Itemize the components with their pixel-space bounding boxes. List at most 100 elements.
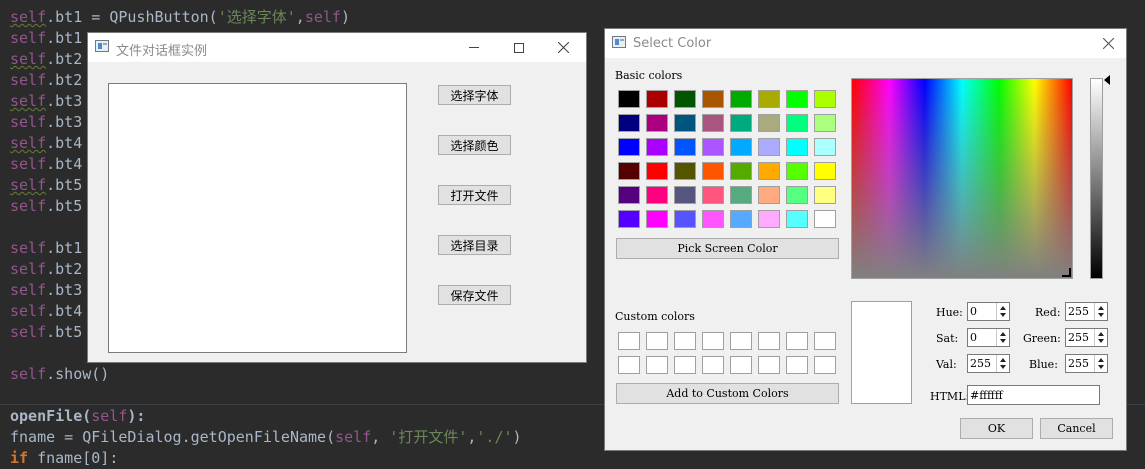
file-dialog-demo-window[interactable]: 文件对话框实例 选择字体 选择颜色 打开文件 选择目录 保存文件 bbox=[87, 32, 587, 363]
custom-color-swatch[interactable] bbox=[786, 332, 808, 350]
basic-color-swatch[interactable] bbox=[618, 90, 640, 108]
open-file-button[interactable]: 打开文件 bbox=[438, 185, 511, 205]
custom-color-swatch[interactable] bbox=[786, 356, 808, 374]
basic-color-swatch[interactable] bbox=[702, 186, 724, 204]
custom-color-swatch[interactable] bbox=[814, 332, 836, 350]
spin-arrows[interactable] bbox=[996, 329, 1009, 346]
basic-color-swatch[interactable] bbox=[646, 114, 668, 132]
select-directory-button[interactable]: 选择目录 bbox=[438, 235, 511, 255]
basic-color-swatch[interactable] bbox=[758, 114, 780, 132]
spin-arrows[interactable] bbox=[1094, 303, 1107, 320]
basic-color-swatch[interactable] bbox=[674, 138, 696, 156]
custom-color-swatch[interactable] bbox=[618, 356, 640, 374]
close-button[interactable] bbox=[1088, 29, 1128, 58]
custom-color-swatch[interactable] bbox=[618, 332, 640, 350]
chevron-up-icon[interactable] bbox=[1098, 332, 1104, 336]
val-spinbox[interactable]: 255 bbox=[967, 354, 1010, 373]
basic-color-swatch[interactable] bbox=[814, 210, 836, 228]
basic-color-swatch[interactable] bbox=[786, 186, 808, 204]
basic-color-swatch[interactable] bbox=[786, 114, 808, 132]
basic-color-swatch[interactable] bbox=[814, 186, 836, 204]
custom-color-swatch[interactable] bbox=[758, 332, 780, 350]
chevron-down-icon[interactable] bbox=[1000, 339, 1006, 343]
red-spinbox[interactable]: 255 bbox=[1065, 302, 1108, 321]
chevron-up-icon[interactable] bbox=[1098, 358, 1104, 362]
hue-saturation-picker[interactable] bbox=[851, 78, 1073, 279]
basic-color-swatch[interactable] bbox=[618, 114, 640, 132]
basic-color-swatch[interactable] bbox=[702, 162, 724, 180]
basic-color-swatch[interactable] bbox=[646, 90, 668, 108]
basic-color-swatch[interactable] bbox=[786, 162, 808, 180]
basic-color-swatch[interactable] bbox=[758, 162, 780, 180]
custom-color-swatch[interactable] bbox=[646, 332, 668, 350]
custom-color-swatch[interactable] bbox=[674, 356, 696, 374]
chevron-up-icon[interactable] bbox=[1000, 332, 1006, 336]
spin-arrows[interactable] bbox=[996, 355, 1009, 372]
basic-color-swatch[interactable] bbox=[730, 90, 752, 108]
chevron-down-icon[interactable] bbox=[1098, 365, 1104, 369]
demo-window-titlebar[interactable]: 文件对话框实例 bbox=[88, 33, 586, 62]
basic-color-swatch[interactable] bbox=[646, 162, 668, 180]
basic-color-swatch[interactable] bbox=[730, 162, 752, 180]
basic-color-swatch[interactable] bbox=[702, 114, 724, 132]
custom-color-swatch[interactable] bbox=[646, 356, 668, 374]
basic-color-swatch[interactable] bbox=[814, 162, 836, 180]
basic-color-swatch[interactable] bbox=[618, 162, 640, 180]
basic-color-swatch[interactable] bbox=[730, 186, 752, 204]
spin-arrows[interactable] bbox=[1094, 329, 1107, 346]
minimize-button[interactable] bbox=[451, 33, 496, 62]
custom-color-swatch[interactable] bbox=[814, 356, 836, 374]
custom-color-swatch[interactable] bbox=[758, 356, 780, 374]
basic-color-swatch[interactable] bbox=[702, 138, 724, 156]
select-font-button[interactable]: 选择字体 bbox=[438, 85, 511, 105]
chevron-up-icon[interactable] bbox=[1000, 358, 1006, 362]
html-input[interactable]: #ffffff bbox=[967, 385, 1100, 405]
hue-spinbox[interactable]: 0 bbox=[967, 302, 1010, 321]
spin-arrows[interactable] bbox=[996, 303, 1009, 320]
chevron-up-icon[interactable] bbox=[1000, 306, 1006, 310]
basic-color-swatch[interactable] bbox=[674, 162, 696, 180]
custom-color-swatch[interactable] bbox=[702, 332, 724, 350]
basic-color-swatch[interactable] bbox=[814, 138, 836, 156]
basic-color-swatch[interactable] bbox=[674, 210, 696, 228]
basic-color-swatch[interactable] bbox=[786, 138, 808, 156]
value-slider-arrow-icon[interactable] bbox=[1104, 75, 1110, 85]
basic-color-swatch[interactable] bbox=[730, 114, 752, 132]
basic-color-swatch[interactable] bbox=[618, 210, 640, 228]
chevron-down-icon[interactable] bbox=[1098, 339, 1104, 343]
basic-color-swatch[interactable] bbox=[646, 186, 668, 204]
chevron-down-icon[interactable] bbox=[1000, 313, 1006, 317]
custom-color-swatch[interactable] bbox=[730, 356, 752, 374]
chevron-up-icon[interactable] bbox=[1098, 306, 1104, 310]
text-area[interactable] bbox=[108, 83, 407, 353]
basic-color-swatch[interactable] bbox=[674, 114, 696, 132]
basic-color-swatch[interactable] bbox=[674, 186, 696, 204]
cancel-button[interactable]: Cancel bbox=[1040, 418, 1113, 439]
basic-color-swatch[interactable] bbox=[786, 210, 808, 228]
basic-color-swatch[interactable] bbox=[758, 210, 780, 228]
basic-color-swatch[interactable] bbox=[786, 90, 808, 108]
select-color-dialog[interactable]: Select Color Basic colors Pick Screen Co… bbox=[604, 28, 1127, 451]
basic-color-swatch[interactable] bbox=[646, 138, 668, 156]
blue-spinbox[interactable]: 255 bbox=[1065, 354, 1108, 373]
basic-color-swatch[interactable] bbox=[758, 90, 780, 108]
pick-screen-color-button[interactable]: Pick Screen Color bbox=[616, 238, 839, 259]
basic-color-swatch[interactable] bbox=[618, 186, 640, 204]
basic-color-swatch[interactable] bbox=[674, 90, 696, 108]
basic-color-swatch[interactable] bbox=[758, 186, 780, 204]
basic-color-swatch[interactable] bbox=[814, 114, 836, 132]
basic-color-swatch[interactable] bbox=[730, 138, 752, 156]
basic-color-swatch[interactable] bbox=[702, 210, 724, 228]
select-color-button[interactable]: 选择颜色 bbox=[438, 135, 511, 155]
color-dialog-titlebar[interactable]: Select Color bbox=[605, 29, 1126, 58]
basic-color-swatch[interactable] bbox=[618, 138, 640, 156]
chevron-down-icon[interactable] bbox=[1000, 365, 1006, 369]
save-file-button[interactable]: 保存文件 bbox=[438, 285, 511, 305]
basic-color-swatch[interactable] bbox=[730, 210, 752, 228]
basic-color-swatch[interactable] bbox=[758, 138, 780, 156]
add-to-custom-colors-button[interactable]: Add to Custom Colors bbox=[616, 383, 839, 404]
custom-color-swatch[interactable] bbox=[702, 356, 724, 374]
basic-color-swatch[interactable] bbox=[646, 210, 668, 228]
spin-arrows[interactable] bbox=[1094, 355, 1107, 372]
close-button[interactable] bbox=[541, 33, 586, 62]
